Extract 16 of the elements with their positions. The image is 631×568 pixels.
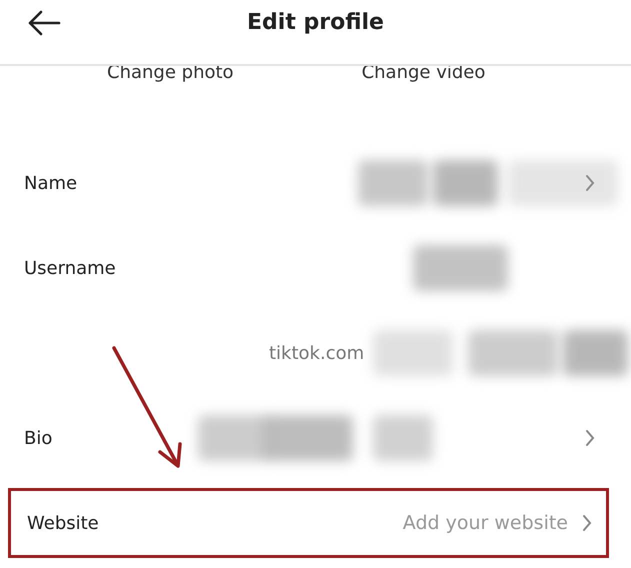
change-link[interactable]: Change photo [107,64,234,82]
screen-title: Edit profile [247,10,384,34]
field-label: Name [24,172,78,194]
profile-link-text: tiktok.com [269,342,364,364]
redaction-blur [198,415,268,461]
redaction-blur [358,160,428,206]
field-label: Bio [24,428,52,448]
redaction-blur [433,160,498,206]
chevron-icon[interactable] [585,174,595,192]
change-link[interactable]: Change video [362,64,486,82]
field-label: Username [24,258,116,278]
chevron-icon[interactable] [582,514,592,532]
redaction-blur [563,330,628,376]
field-label: Website [27,512,99,534]
chevron-icon[interactable] [585,429,595,447]
back-arrow-icon[interactable] [27,10,61,36]
